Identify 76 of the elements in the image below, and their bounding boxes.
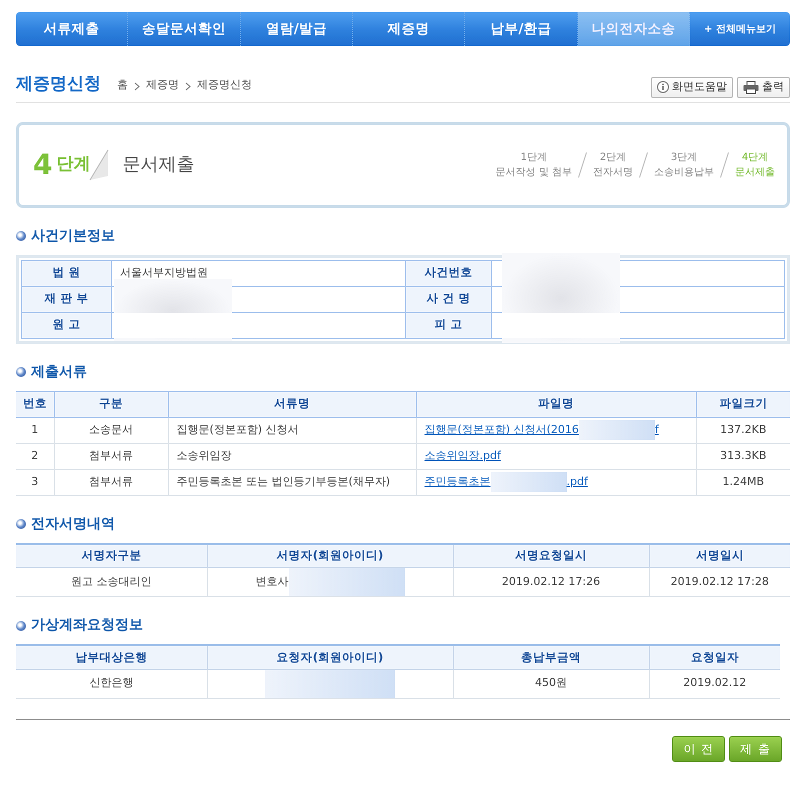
column-header: 파일크기 (696, 391, 790, 417)
field-label: 피 고 (406, 312, 492, 338)
stage-number: 4 (33, 146, 52, 182)
section-title: 가상계좌요청정보 (31, 616, 143, 635)
table-cell: 소송문서 (54, 417, 168, 443)
table-cell: 313.3KB (696, 443, 790, 469)
column-header: 서명자(회원아이디) (207, 544, 453, 568)
stage-title: 문서제출 (122, 153, 194, 177)
breadcrumb-link[interactable]: 제증명신청 (197, 77, 252, 94)
bullet-icon (16, 519, 26, 529)
field-label: 사 건 명 (406, 286, 492, 312)
step-indicator: 3단계 소송비용납부 (654, 150, 714, 180)
table-cell: 첨부서류 (54, 443, 168, 469)
table-cell: 1.24MB (696, 469, 790, 495)
file-link[interactable]: 집행문(정본포함) 신청서(2016 (424, 423, 579, 436)
field-label: 법 원 (22, 260, 112, 286)
file-link[interactable]: 주민등록초본 (424, 475, 490, 488)
field-label: 사건번호 (406, 260, 492, 286)
chevron-icon (134, 82, 140, 90)
column-header: 총납부금액 (453, 645, 649, 669)
column-header: 요청일자 (649, 645, 780, 669)
step-indicator: 1단계 문서작성 및 첨부 (496, 150, 572, 180)
table-cell: 1 (16, 417, 54, 443)
column-header: 서명자구분 (16, 544, 207, 568)
table-cell: 3 (16, 469, 54, 495)
nav-tab[interactable]: 서류제출 (16, 12, 128, 46)
info-icon (657, 81, 669, 94)
section-title: 사건기본정보 (31, 226, 115, 246)
table-cell: 137.2KB (696, 417, 790, 443)
breadcrumb-link[interactable]: 홈 (117, 77, 128, 94)
bullet-icon (16, 231, 26, 241)
column-header: 요청자(회원아이디) (207, 645, 453, 669)
all-menu-link[interactable]: + 전체메뉴보기 (690, 12, 790, 46)
column-header: 구분 (54, 391, 168, 417)
column-header: 서류명 (168, 391, 416, 417)
table-cell: 2019.02.12 17:26 (502, 574, 600, 588)
step-divider (578, 152, 587, 178)
column-header: 서명요청일시 (453, 544, 649, 568)
step-divider (720, 152, 729, 178)
table-cell: 첨부서류 (54, 469, 168, 495)
table-cell: 원고 소송대리인 (71, 574, 152, 588)
nav-tab[interactable]: 열람/발급 (240, 12, 353, 46)
nav-tab[interactable]: 제증명 (352, 12, 466, 46)
table-cell: 2019.02.12 17:28 (670, 574, 769, 588)
table-cell: 2019.02.12 (683, 676, 746, 690)
print-button[interactable]: 출력 (737, 77, 790, 98)
section-title: 전자서명내역 (31, 514, 115, 534)
table-cell: 소송위임장 (168, 443, 416, 469)
bullet-icon (16, 367, 26, 377)
step-indicator: 2단계 전자서명 (593, 150, 633, 180)
table-cell: 집행문(정본포함) 신청서 (168, 417, 416, 443)
file-link[interactable]: .pdf (566, 475, 588, 488)
page-title: 제증명신청 (16, 73, 101, 96)
help-button[interactable]: 화면도움말 (651, 77, 733, 98)
table-cell: 주민등록초본 또는 법인등기부등본(채무자) (168, 469, 416, 495)
step-divider (639, 152, 648, 178)
column-header: 번호 (16, 391, 54, 417)
step-indicator: 4단계 문서제출 (735, 150, 775, 180)
field-label: 원 고 (22, 312, 112, 338)
column-header: 파일명 (416, 391, 696, 417)
table-cell: 변호사 (256, 575, 288, 588)
table-cell: 신한은행 (89, 676, 134, 690)
printer-icon (743, 80, 759, 94)
nav-tab[interactable]: 송달문서확인 (128, 12, 241, 46)
file-link[interactable]: f (654, 423, 659, 436)
table-cell: 450원 (535, 676, 567, 690)
stage-unit: 단계 (56, 152, 90, 176)
bullet-icon (16, 620, 26, 630)
section-title: 제출서류 (31, 362, 87, 382)
chevron-icon (185, 82, 191, 90)
column-header: 서명일시 (649, 544, 790, 568)
file-link[interactable]: 소송위임장.pdf (424, 448, 501, 462)
breadcrumb-link[interactable]: 제증명 (146, 77, 179, 94)
column-header: 납부대상은행 (16, 645, 207, 669)
table-cell: 2 (16, 443, 54, 469)
field-label: 재 판 부 (22, 286, 112, 312)
